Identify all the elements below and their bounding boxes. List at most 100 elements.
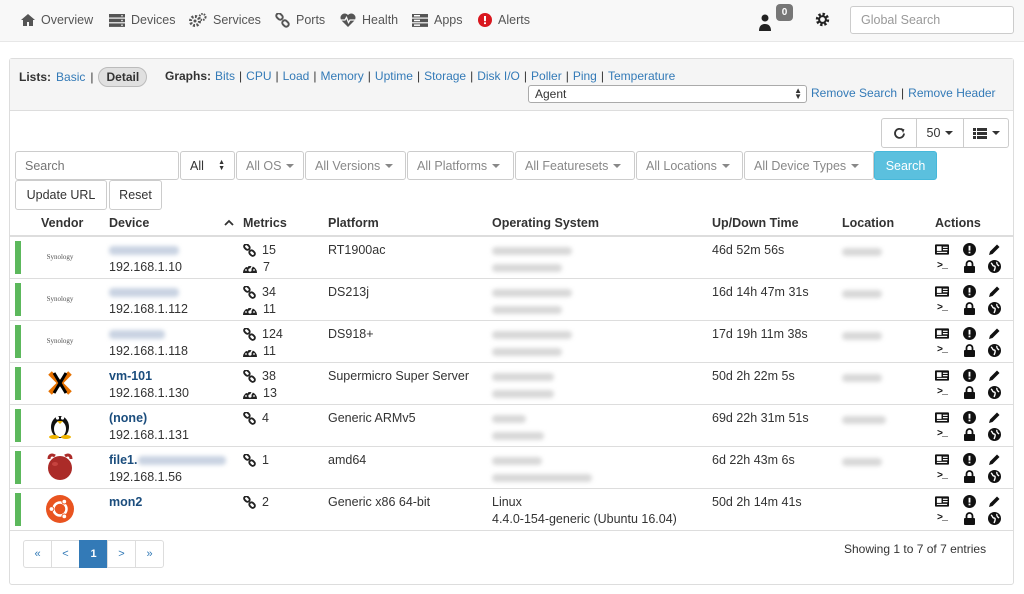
graph-link-temperature[interactable]: Temperature (608, 69, 675, 83)
pagination-next[interactable]: > (107, 540, 136, 568)
edit-device-button[interactable] (987, 326, 1001, 340)
device-alerts-button[interactable] (962, 452, 976, 466)
view-device-button[interactable] (935, 242, 949, 256)
ssh-button[interactable]: >_ (935, 343, 949, 357)
ports-metric[interactable]: 4 (243, 410, 269, 427)
locations-filter-dropdown[interactable]: All Locations (636, 151, 743, 180)
reset-button[interactable]: Reset (109, 180, 162, 210)
graph-link-load[interactable]: Load (283, 69, 310, 83)
health-metric[interactable]: 11 (243, 301, 276, 318)
nav-health[interactable]: Health (340, 0, 398, 40)
telnet-lock-button[interactable] (962, 259, 976, 273)
device-types-filter-dropdown[interactable]: All Device Types (744, 151, 874, 180)
os-filter-dropdown[interactable]: All OS (236, 151, 304, 180)
graph-link-storage[interactable]: Storage (424, 69, 466, 83)
ssh-button[interactable]: >_ (935, 385, 949, 399)
health-metric[interactable]: 11 (243, 343, 283, 360)
ports-metric[interactable]: 15 (243, 242, 276, 259)
ports-metric[interactable]: 38 (243, 368, 277, 385)
health-metric[interactable]: 13 (243, 385, 277, 402)
sort-up-icon[interactable] (224, 219, 234, 226)
nav-services[interactable]: Services (189, 0, 261, 40)
ports-metric[interactable]: 124 (243, 326, 283, 343)
graph-link-bits[interactable]: Bits (215, 69, 235, 83)
gear-icon[interactable] (815, 12, 830, 27)
search-button[interactable]: Search (874, 151, 937, 180)
device-name-link[interactable]: file1. (109, 452, 226, 469)
edit-device-button[interactable] (987, 494, 1001, 508)
table-row[interactable]: Synology 192.168.1.118 124 11 DS918+ 17d 19h … (10, 321, 1013, 363)
column-header-location[interactable]: Location (842, 212, 894, 234)
graph-link-ping[interactable]: Ping (573, 69, 597, 83)
table-row[interactable]: vm-101 192.168.1.130 38 13 Supermicro Super … (10, 363, 1013, 405)
ports-metric[interactable]: 1 (243, 452, 269, 469)
column-header-vendor[interactable]: Vendor (41, 212, 83, 234)
nav-devices[interactable]: Devices (109, 0, 175, 40)
ports-metric[interactable]: 34 (243, 284, 276, 301)
nav-apps[interactable]: Apps (412, 0, 463, 40)
telnet-lock-button[interactable] (962, 385, 976, 399)
view-device-button[interactable] (935, 494, 949, 508)
nav-ports[interactable]: Ports (275, 0, 325, 40)
device-alerts-button[interactable] (962, 284, 976, 298)
device-search-input[interactable] (15, 151, 179, 180)
featuresets-filter-dropdown[interactable]: All Featuresets (515, 151, 635, 180)
column-header-os[interactable]: Operating System (492, 212, 599, 234)
columns-dropdown[interactable] (963, 118, 1009, 148)
device-name-link[interactable]: (none) (109, 410, 189, 427)
web-ui-button[interactable] (987, 427, 1001, 441)
device-alerts-button[interactable] (962, 410, 976, 424)
edit-device-button[interactable] (987, 242, 1001, 256)
versions-filter-dropdown[interactable]: All Versions (305, 151, 406, 180)
device-alerts-button[interactable] (962, 494, 976, 508)
table-row[interactable]: Synology 192.168.1.10 15 7 RT1900ac 46d 52m 5… (10, 237, 1013, 279)
device-alerts-button[interactable] (962, 242, 976, 256)
pagination-page-1[interactable]: 1 (79, 540, 108, 568)
view-device-button[interactable] (935, 284, 949, 298)
state-select[interactable]: All ▲ ▼ (180, 151, 235, 180)
edit-device-button[interactable] (987, 452, 1001, 466)
web-ui-button[interactable] (987, 511, 1001, 525)
device-name-link[interactable] (109, 284, 188, 301)
pagination-first[interactable]: « (23, 540, 52, 568)
device-alerts-button[interactable] (962, 326, 976, 340)
ssh-button[interactable]: >_ (935, 427, 949, 441)
telnet-lock-button[interactable] (962, 343, 976, 357)
remove-header-link[interactable]: Remove Header (908, 86, 995, 100)
table-row[interactable]: (none) 192.168.1.131 4 Generic ARMv5 69d 22h… (10, 405, 1013, 447)
nav-overview[interactable]: Overview (21, 0, 93, 40)
web-ui-button[interactable] (987, 469, 1001, 483)
list-basic-link[interactable]: Basic (56, 70, 85, 84)
ssh-button[interactable]: >_ (935, 259, 949, 273)
device-name-link[interactable]: vm-101 (109, 368, 189, 385)
device-name-link[interactable] (109, 326, 188, 343)
column-header-platform[interactable]: Platform (328, 212, 379, 234)
ssh-button[interactable]: >_ (935, 511, 949, 525)
view-device-button[interactable] (935, 452, 949, 466)
graph-link-uptime[interactable]: Uptime (375, 69, 413, 83)
web-ui-button[interactable] (987, 343, 1001, 357)
telnet-lock-button[interactable] (962, 427, 976, 441)
graph-link-disk-io[interactable]: Disk I/O (477, 69, 520, 83)
table-row[interactable]: mon2 2 Generic x86 64-bit Linux 4.4.0-154-ge… (10, 489, 1013, 531)
nav-alerts[interactable]: Alerts (478, 0, 530, 40)
health-metric[interactable]: 7 (243, 259, 276, 276)
table-row[interactable]: Synology 192.168.1.112 34 11 DS213j 16d 14h 4… (10, 279, 1013, 321)
telnet-lock-button[interactable] (962, 511, 976, 525)
web-ui-button[interactable] (987, 385, 1001, 399)
update-url-button[interactable]: Update URL (15, 180, 107, 210)
view-device-button[interactable] (935, 368, 949, 382)
column-header-uptime[interactable]: Up/Down Time (712, 212, 799, 234)
edit-device-button[interactable] (987, 284, 1001, 298)
remove-search-link[interactable]: Remove Search (811, 86, 897, 100)
page-size-dropdown[interactable]: 50 (916, 118, 964, 148)
web-ui-button[interactable] (987, 259, 1001, 273)
edit-device-button[interactable] (987, 410, 1001, 424)
column-header-metrics[interactable]: Metrics (243, 212, 287, 234)
graph-link-poller[interactable]: Poller (531, 69, 562, 83)
device-alerts-button[interactable] (962, 368, 976, 382)
device-name-link[interactable] (109, 242, 182, 259)
view-device-button[interactable] (935, 410, 949, 424)
web-ui-button[interactable] (987, 301, 1001, 315)
platforms-filter-dropdown[interactable]: All Platforms (407, 151, 514, 180)
